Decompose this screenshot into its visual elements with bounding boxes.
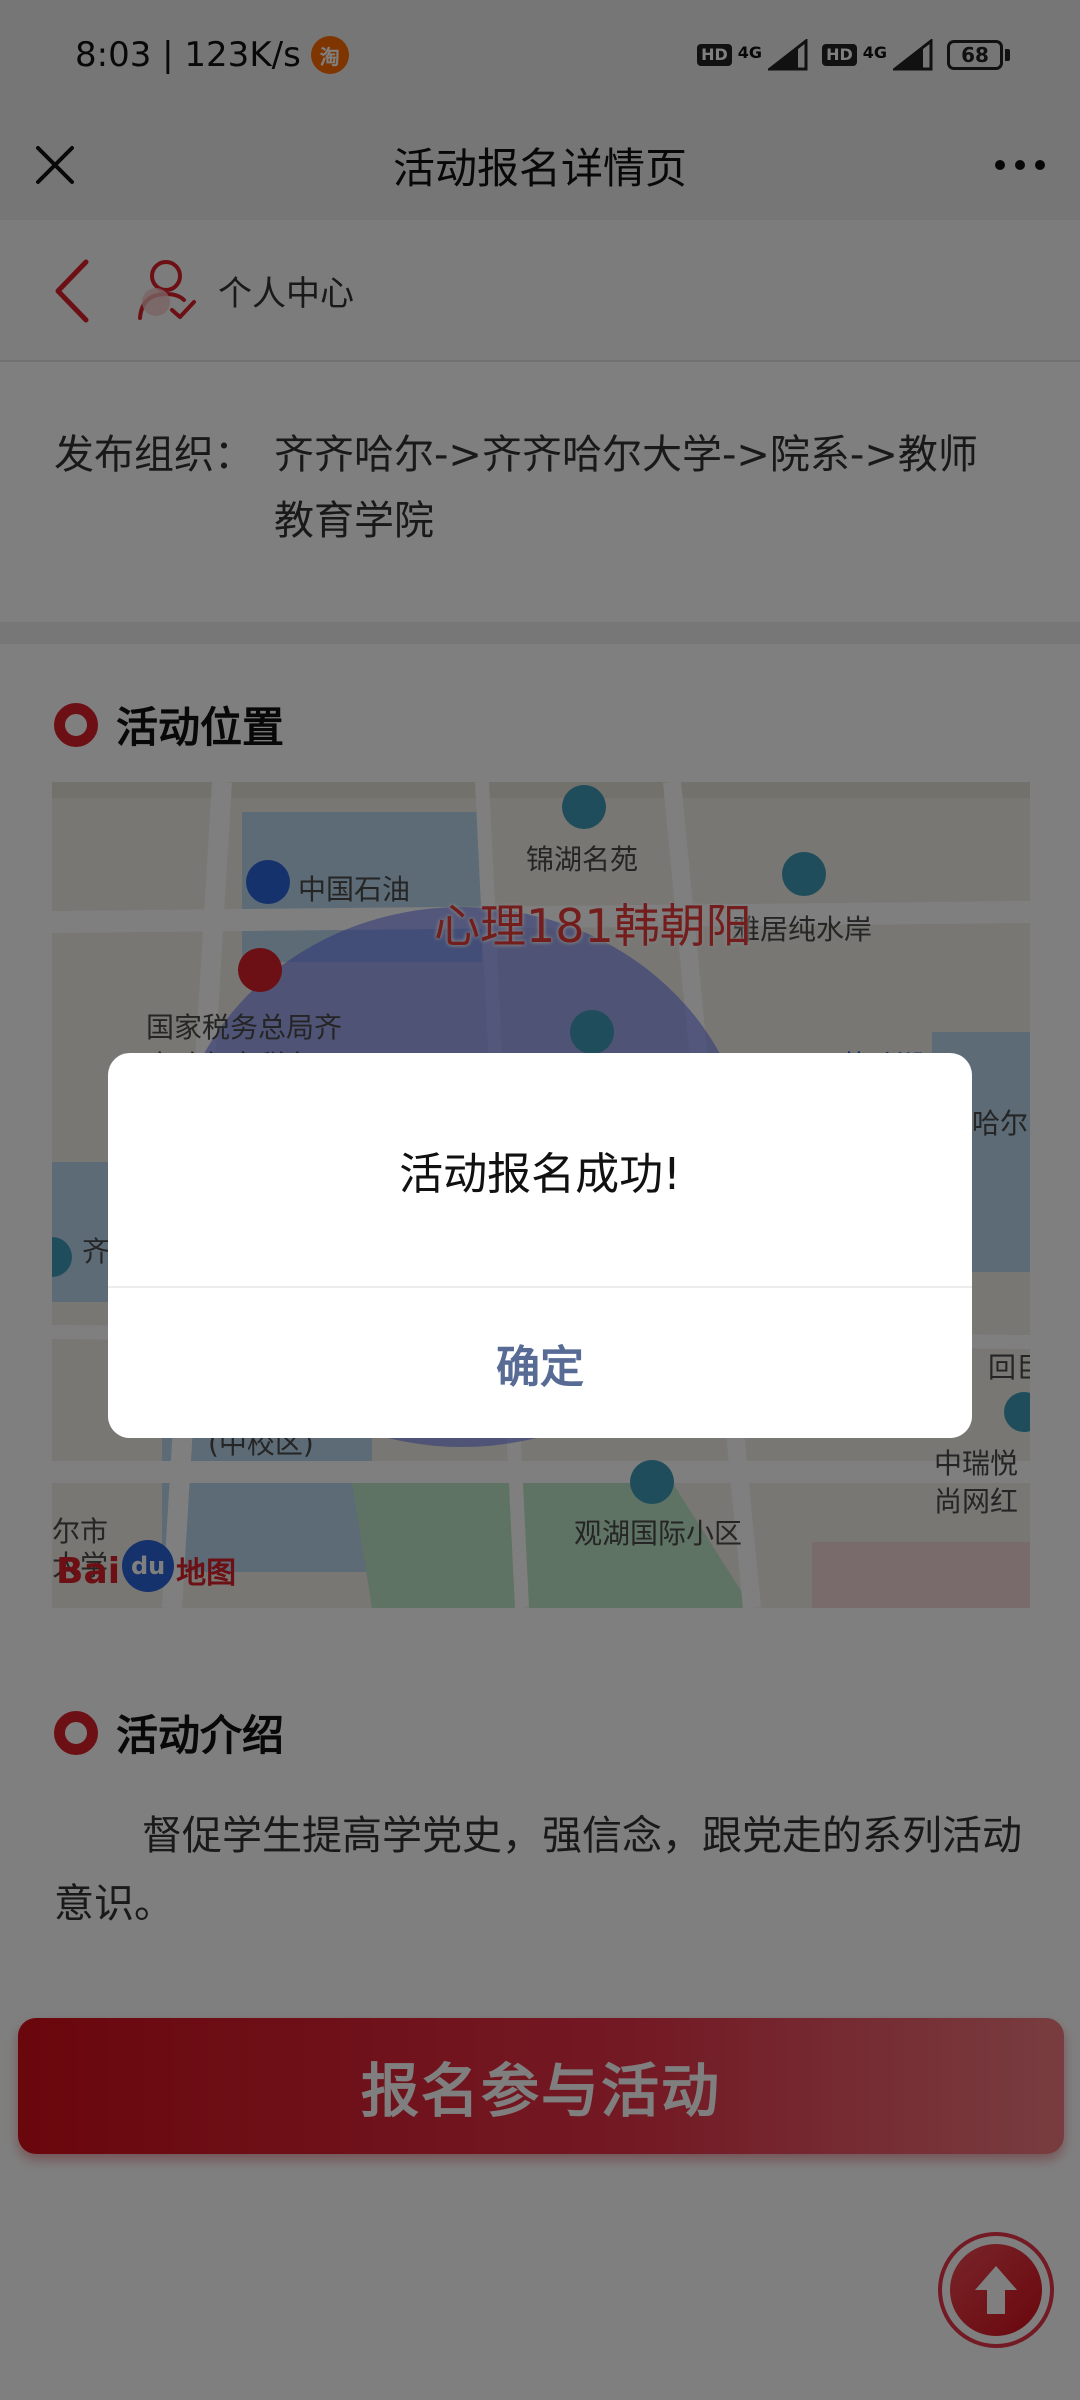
dialog-message: 活动报名成功! (399, 1148, 681, 1200)
success-dialog: 活动报名成功! 确定 (108, 1053, 972, 1438)
dialog-confirm-button[interactable]: 确定 (108, 1288, 972, 1438)
